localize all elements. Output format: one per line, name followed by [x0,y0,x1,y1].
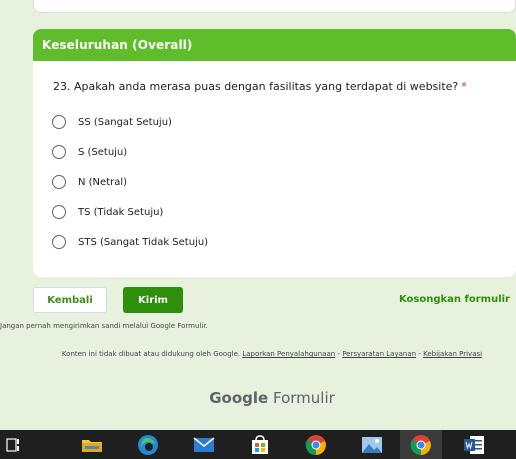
mail-icon[interactable] [183,430,225,459]
question-label: 23. Apakah anda merasa puas dengan fasil… [53,80,459,93]
submit-button[interactable]: Kirim [123,287,183,313]
separator: - [337,350,340,358]
question-card: Keseluruhan (Overall) 23. Apakah anda me… [33,29,516,277]
word-icon[interactable] [453,430,495,459]
clear-form-link[interactable]: Kosongkan formulir [399,294,510,305]
brand-forms: Formulir [272,389,335,407]
privacy-link[interactable]: Kebijakan Privasi [423,350,482,358]
store-icon[interactable] [239,430,281,459]
edge-icon[interactable] [127,430,169,459]
option-sts[interactable]: STS (Sangat Tidak Setuju) [52,234,208,250]
chrome-alt-icon[interactable] [400,430,442,459]
terms-link[interactable]: Persyaratan Layanan [342,350,416,358]
file-explorer-icon[interactable] [71,430,113,459]
separator: - [418,350,421,358]
photos-icon[interactable] [351,430,393,459]
question-text: 23. Apakah anda merasa puas dengan fasil… [53,80,467,93]
option-ts[interactable]: TS (Tidak Setuju) [52,204,163,220]
google-forms-logo[interactable]: Google Formulir [0,389,516,407]
footer-disclaimer: Konten ini tidak dibuat atau didukung ol… [33,350,511,359]
option-label: S (Setuju) [78,146,128,158]
required-marker: * [461,80,467,93]
previous-question-card [33,0,516,13]
report-abuse-link[interactable]: Laporkan Penyalahgunaan [242,350,335,358]
radio-button[interactable] [52,175,66,189]
disclaimer-text: Konten ini tidak dibuat atau didukung ol… [61,350,241,358]
back-button[interactable]: Kembali [33,287,107,313]
password-warning: Jangan pernah mengirimkan sandi melalui … [0,322,208,330]
brand-google: Google [209,389,269,407]
option-s[interactable]: S (Setuju) [52,144,127,160]
taskbar [0,430,516,459]
radio-button[interactable] [52,205,66,219]
section-header: Keseluruhan (Overall) [33,29,516,61]
task-view-icon[interactable] [0,430,34,459]
option-n[interactable]: N (Netral) [52,174,127,190]
option-label: STS (Sangat Tidak Setuju) [78,236,209,248]
option-label: TS (Tidak Setuju) [78,206,164,218]
option-ss[interactable]: SS (Sangat Setuju) [52,114,172,130]
chrome-icon[interactable] [295,430,337,459]
option-label: SS (Sangat Setuju) [78,116,172,128]
radio-button[interactable] [52,115,66,129]
radio-button[interactable] [52,235,66,249]
radio-button[interactable] [52,145,66,159]
option-label: N (Netral) [78,176,128,188]
